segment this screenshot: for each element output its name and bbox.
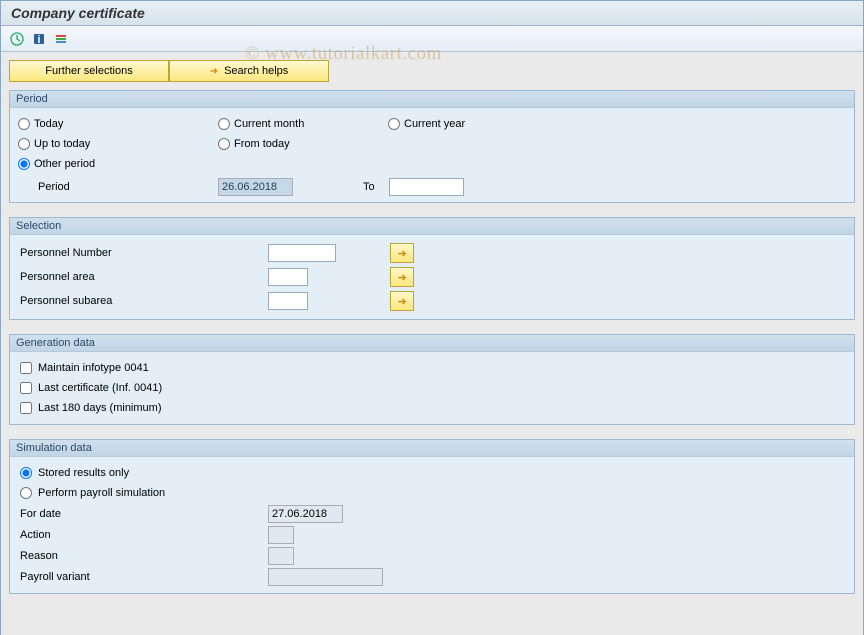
radio-from-today[interactable] bbox=[218, 138, 230, 150]
personnel-area-input[interactable] bbox=[268, 268, 308, 286]
to-label: To bbox=[363, 181, 375, 193]
radio-label: Other period bbox=[34, 158, 95, 170]
last-180-days-checkbox[interactable] bbox=[20, 402, 32, 414]
radio-label: Up to today bbox=[34, 138, 90, 150]
group-title: Simulation data bbox=[10, 440, 854, 457]
radio-label: Perform payroll simulation bbox=[38, 487, 165, 499]
field-label: Personnel Number bbox=[18, 247, 268, 259]
generation-groupbox: Generation data Maintain infotype 0041 L… bbox=[9, 334, 855, 425]
field-label: Payroll variant bbox=[18, 571, 268, 583]
selection-groupbox: Selection Personnel Number ➜ Personnel a… bbox=[9, 217, 855, 320]
radio-label: Today bbox=[34, 118, 63, 130]
payroll-variant-input[interactable] bbox=[268, 568, 383, 586]
group-title: Selection bbox=[10, 218, 854, 235]
field-label: Personnel subarea bbox=[18, 295, 268, 307]
radio-label: From today bbox=[234, 138, 290, 150]
page-title: Company certificate bbox=[11, 5, 853, 21]
action-input[interactable] bbox=[268, 526, 294, 544]
field-label: Reason bbox=[18, 550, 268, 562]
radio-perform-simulation[interactable] bbox=[20, 487, 32, 499]
button-label: Further selections bbox=[45, 65, 132, 77]
radio-current-month[interactable] bbox=[218, 118, 230, 130]
button-label: Search helps bbox=[224, 65, 288, 77]
period-label: Period bbox=[38, 181, 218, 193]
info-icon[interactable]: i bbox=[31, 31, 47, 47]
title-bar: Company certificate bbox=[1, 1, 863, 26]
radio-stored-results[interactable] bbox=[20, 467, 32, 479]
radio-current-year[interactable] bbox=[388, 118, 400, 130]
search-helps-button[interactable]: Search helps bbox=[169, 60, 329, 82]
period-from-input[interactable] bbox=[218, 178, 293, 196]
further-selections-button[interactable]: Further selections bbox=[9, 60, 169, 82]
radio-up-to-today[interactable] bbox=[18, 138, 30, 150]
reason-input[interactable] bbox=[268, 547, 294, 565]
app-toolbar: i bbox=[1, 26, 863, 52]
multi-selection-button[interactable]: ➜ bbox=[390, 291, 414, 311]
field-label: Action bbox=[18, 529, 268, 541]
field-label: Personnel area bbox=[18, 271, 268, 283]
radio-other-period[interactable] bbox=[18, 158, 30, 170]
field-label: For date bbox=[18, 508, 268, 520]
checkbox-label: Last 180 days (minimum) bbox=[38, 402, 162, 414]
radio-label: Current year bbox=[404, 118, 465, 130]
for-date-input[interactable] bbox=[268, 505, 343, 523]
content-area: Further selections Search helps Period T… bbox=[1, 52, 863, 635]
checkbox-label: Maintain infotype 0041 bbox=[38, 362, 149, 374]
personnel-subarea-input[interactable] bbox=[268, 292, 308, 310]
execute-icon[interactable] bbox=[9, 31, 25, 47]
simulation-groupbox: Simulation data Stored results only Perf… bbox=[9, 439, 855, 594]
button-row: Further selections Search helps bbox=[9, 60, 855, 82]
personnel-number-input[interactable] bbox=[268, 244, 336, 262]
group-title: Generation data bbox=[10, 335, 854, 352]
group-title: Period bbox=[10, 91, 854, 108]
period-to-input[interactable] bbox=[389, 178, 464, 196]
period-groupbox: Period Today Current month Current year … bbox=[9, 90, 855, 203]
radio-today[interactable] bbox=[18, 118, 30, 130]
multi-selection-button[interactable]: ➜ bbox=[390, 243, 414, 263]
multi-selection-button[interactable]: ➜ bbox=[390, 267, 414, 287]
maintain-0041-checkbox[interactable] bbox=[20, 362, 32, 374]
last-certificate-checkbox[interactable] bbox=[20, 382, 32, 394]
svg-text:i: i bbox=[37, 34, 40, 46]
variant-icon[interactable] bbox=[53, 31, 69, 47]
radio-label: Current month bbox=[234, 118, 304, 130]
checkbox-label: Last certificate (Inf. 0041) bbox=[38, 382, 162, 394]
radio-label: Stored results only bbox=[38, 467, 129, 479]
